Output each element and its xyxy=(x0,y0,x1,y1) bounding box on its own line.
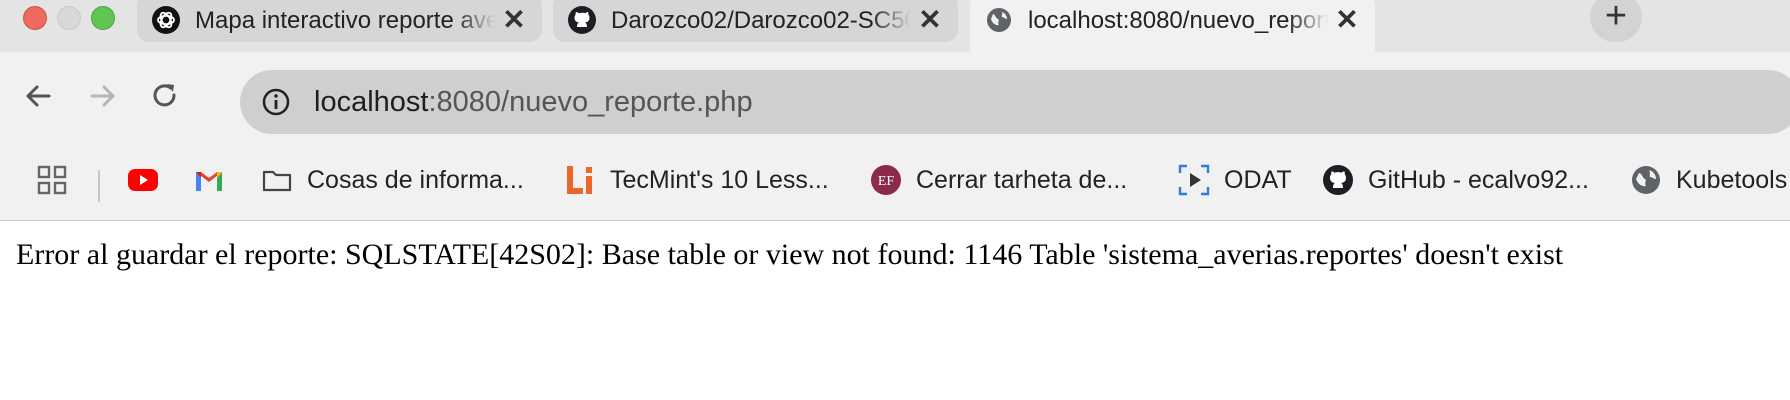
close-tab-icon[interactable]: ✕ xyxy=(499,5,529,35)
globe-icon xyxy=(987,8,1011,32)
bookmark-label: Kubetools xyxy=(1676,166,1788,194)
bookmark-label: GitHub - ecalvo92... xyxy=(1368,166,1589,194)
bookmark-gmail[interactable] xyxy=(193,160,227,200)
address-url: localhost:8080/nuevo_reporte.php xyxy=(314,70,753,134)
folder-icon xyxy=(262,170,292,192)
apps-shortcut[interactable] xyxy=(36,160,76,200)
github-icon xyxy=(1323,165,1353,195)
tab-localhost-active[interactable]: localhost:8080/nuevo_reporte ✕ xyxy=(970,0,1375,52)
tab-fade xyxy=(455,4,495,38)
tab-strip: Mapa interactivo reporte aver ✕ Darozco0… xyxy=(0,0,1790,52)
gmail-icon xyxy=(196,172,222,191)
ef-icon: EF xyxy=(871,165,901,195)
back-arrow-icon[interactable] xyxy=(21,78,57,114)
bookmark-tecmint[interactable]: TecMint's 10 Less... xyxy=(564,160,834,200)
close-tab-icon[interactable]: ✕ xyxy=(1332,5,1362,35)
apps-grid-icon xyxy=(37,165,67,195)
svg-text:EF: EF xyxy=(878,174,895,189)
tab-github-repo[interactable]: Darozco02/Darozco02-SC502 ✕ xyxy=(553,0,958,42)
tab-title: localhost:8080/nuevo_reporte xyxy=(1028,7,1328,34)
bookmark-youtube[interactable] xyxy=(127,160,161,200)
tab-title: Mapa interactivo reporte aver xyxy=(195,7,495,34)
bookmarks-bar: Cosas de informa... TecMint's 10 Less...… xyxy=(0,140,1790,221)
error-message: Error al guardar el reporte: SQLSTATE[42… xyxy=(16,238,1564,271)
openai-icon xyxy=(152,6,180,34)
site-info-icon[interactable] xyxy=(260,86,292,118)
tecmint-icon xyxy=(567,166,592,194)
address-bar[interactable]: localhost:8080/nuevo_reporte.php xyxy=(240,70,1790,134)
bookmark-github-ecalvo[interactable]: GitHub - ecalvo92... xyxy=(1322,160,1592,200)
bookmark-kubetools[interactable]: Kubetools xyxy=(1630,160,1790,200)
youtube-icon xyxy=(128,169,158,191)
window-close-button[interactable] xyxy=(23,6,47,30)
github-icon xyxy=(568,6,596,34)
url-host: localhost xyxy=(314,86,429,118)
tab-fade xyxy=(1288,4,1328,38)
tab-mapa-interactivo[interactable]: Mapa interactivo reporte aver ✕ xyxy=(137,0,542,42)
window-maximize-button[interactable] xyxy=(91,6,115,30)
bookmark-label: ODAT xyxy=(1224,166,1292,194)
browser-toolbar: localhost:8080/nuevo_reporte.php xyxy=(0,52,1790,140)
bookmark-label: Cerrar tarheta de... xyxy=(916,166,1128,194)
odat-icon xyxy=(1178,164,1210,196)
bookmarks-separator xyxy=(98,170,100,202)
close-tab-icon[interactable]: ✕ xyxy=(915,5,945,35)
reload-icon[interactable] xyxy=(147,78,183,114)
tab-title: Darozco02/Darozco02-SC502 xyxy=(611,7,911,34)
bookmark-odat[interactable]: ODAT xyxy=(1178,160,1298,200)
bookmark-label: TecMint's 10 Less... xyxy=(610,166,829,194)
tab-fade xyxy=(871,4,911,38)
url-path: :8080/nuevo_reporte.php xyxy=(428,86,753,118)
bookmark-cerrar-tarheta[interactable]: EF Cerrar tarheta de... xyxy=(870,160,1140,200)
forward-arrow-icon[interactable] xyxy=(84,78,120,114)
window-minimize-button[interactable] xyxy=(57,6,81,30)
bookmark-label: Cosas de informa... xyxy=(307,166,524,194)
bookmark-folder-cosas[interactable]: Cosas de informa... xyxy=(261,160,524,200)
new-tab-button[interactable]: + xyxy=(1590,0,1642,42)
globe-icon xyxy=(1632,166,1660,194)
